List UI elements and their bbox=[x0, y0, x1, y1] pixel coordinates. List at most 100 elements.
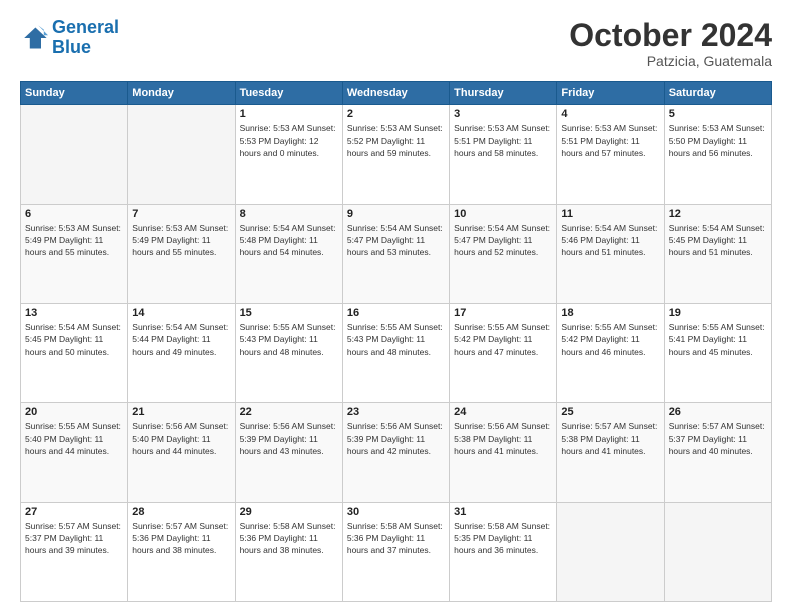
calendar-cell-w5-d6 bbox=[664, 502, 771, 601]
calendar-cell-w5-d4: 31 Sunrise: 5:58 AM Sunset: 5:35 PM Dayli… bbox=[450, 502, 557, 601]
header-thursday: Thursday bbox=[450, 82, 557, 105]
day-number: 5 bbox=[669, 108, 767, 120]
day-info: Sunrise: 5:55 AM Sunset: 5:43 PM Dayligh… bbox=[347, 321, 445, 358]
calendar-cell-w2-d1: 7 Sunrise: 5:53 AM Sunset: 5:49 PM Daylig… bbox=[128, 204, 235, 303]
calendar-table: Sunday Monday Tuesday Wednesday Thursday… bbox=[20, 81, 772, 602]
day-number: 12 bbox=[669, 208, 767, 220]
calendar-cell-w3-d6: 19Sunrise: 5:55 AM Sunset: 5:41 PM Dayli… bbox=[664, 303, 771, 402]
day-info: Sunrise: 5:57 AM Sunset: 5:37 PM Dayligh… bbox=[25, 520, 123, 557]
day-number: 19 bbox=[669, 307, 767, 319]
day-number: 11 bbox=[561, 208, 659, 220]
day-number: 24 bbox=[454, 406, 552, 418]
day-info: Sunrise: 5:54 AM Sunset: 5:47 PM Dayligh… bbox=[347, 222, 445, 259]
week-row-1: 1 Sunrise: 5:53 AM Sunset: 5:53 PM Daylig… bbox=[21, 105, 772, 204]
day-info: Sunrise: 5:53 AM Sunset: 5:53 PM Dayligh… bbox=[240, 122, 338, 159]
day-number: 27 bbox=[25, 506, 123, 518]
day-number: 10 bbox=[454, 208, 552, 220]
calendar-cell-w4-d0: 20 Sunrise: 5:55 AM Sunset: 5:40 PM Dayli… bbox=[21, 403, 128, 502]
day-info: Sunrise: 5:54 AM Sunset: 5:45 PM Dayligh… bbox=[669, 222, 767, 259]
day-number: 30 bbox=[347, 506, 445, 518]
day-number: 3 bbox=[454, 108, 552, 120]
day-number: 7 bbox=[132, 208, 230, 220]
header: General Blue October 2024 Patzicia, Guat… bbox=[20, 18, 772, 69]
location-subtitle: Patzicia, Guatemala bbox=[569, 53, 772, 69]
calendar-cell-w4-d1: 21 Sunrise: 5:56 AM Sunset: 5:40 PM Dayli… bbox=[128, 403, 235, 502]
day-info: Sunrise: 5:55 AM Sunset: 5:42 PM Dayligh… bbox=[561, 321, 659, 358]
day-info: Sunrise: 5:55 AM Sunset: 5:40 PM Dayligh… bbox=[25, 420, 123, 457]
day-info: Sunrise: 5:53 AM Sunset: 5:51 PM Dayligh… bbox=[454, 122, 552, 159]
day-number: 2 bbox=[347, 108, 445, 120]
day-number: 14 bbox=[132, 307, 230, 319]
calendar-cell-w1-d1 bbox=[128, 105, 235, 204]
logo-icon bbox=[20, 24, 48, 52]
day-number: 9 bbox=[347, 208, 445, 220]
calendar-cell-w3-d5: 18 Sunrise: 5:55 AM Sunset: 5:42 PM Dayli… bbox=[557, 303, 664, 402]
calendar-cell-w1-d4: 3 Sunrise: 5:53 AM Sunset: 5:51 PM Daylig… bbox=[450, 105, 557, 204]
day-number: 21 bbox=[132, 406, 230, 418]
day-info: Sunrise: 5:56 AM Sunset: 5:39 PM Dayligh… bbox=[347, 420, 445, 457]
calendar-cell-w4-d4: 24 Sunrise: 5:56 AM Sunset: 5:38 PM Dayli… bbox=[450, 403, 557, 502]
day-info: Sunrise: 5:58 AM Sunset: 5:35 PM Dayligh… bbox=[454, 520, 552, 557]
day-number: 26 bbox=[669, 406, 767, 418]
calendar-cell-w3-d1: 14 Sunrise: 5:54 AM Sunset: 5:44 PM Dayli… bbox=[128, 303, 235, 402]
calendar-cell-w1-d6: 5 Sunrise: 5:53 AM Sunset: 5:50 PM Daylig… bbox=[664, 105, 771, 204]
title-block: October 2024 Patzicia, Guatemala bbox=[569, 18, 772, 69]
header-monday: Monday bbox=[128, 82, 235, 105]
calendar-cell-w1-d0 bbox=[21, 105, 128, 204]
logo: General Blue bbox=[20, 18, 119, 58]
day-info: Sunrise: 5:56 AM Sunset: 5:40 PM Dayligh… bbox=[132, 420, 230, 457]
day-info: Sunrise: 5:54 AM Sunset: 5:45 PM Dayligh… bbox=[25, 321, 123, 358]
day-info: Sunrise: 5:57 AM Sunset: 5:37 PM Dayligh… bbox=[669, 420, 767, 457]
day-info: Sunrise: 5:54 AM Sunset: 5:47 PM Dayligh… bbox=[454, 222, 552, 259]
day-number: 25 bbox=[561, 406, 659, 418]
calendar-cell-w1-d2: 1 Sunrise: 5:53 AM Sunset: 5:53 PM Daylig… bbox=[235, 105, 342, 204]
day-info: Sunrise: 5:54 AM Sunset: 5:48 PM Dayligh… bbox=[240, 222, 338, 259]
week-row-4: 20 Sunrise: 5:55 AM Sunset: 5:40 PM Dayli… bbox=[21, 403, 772, 502]
day-number: 8 bbox=[240, 208, 338, 220]
calendar-cell-w5-d3: 30 Sunrise: 5:58 AM Sunset: 5:36 PM Dayli… bbox=[342, 502, 449, 601]
day-info: Sunrise: 5:58 AM Sunset: 5:36 PM Dayligh… bbox=[347, 520, 445, 557]
header-wednesday: Wednesday bbox=[342, 82, 449, 105]
day-info: Sunrise: 5:53 AM Sunset: 5:49 PM Dayligh… bbox=[25, 222, 123, 259]
calendar-cell-w2-d4: 10 Sunrise: 5:54 AM Sunset: 5:47 PM Dayli… bbox=[450, 204, 557, 303]
page: General Blue October 2024 Patzicia, Guat… bbox=[0, 0, 792, 612]
day-number: 20 bbox=[25, 406, 123, 418]
day-info: Sunrise: 5:58 AM Sunset: 5:36 PM Dayligh… bbox=[240, 520, 338, 557]
day-info: Sunrise: 5:56 AM Sunset: 5:39 PM Dayligh… bbox=[240, 420, 338, 457]
calendar-cell-w3-d0: 13Sunrise: 5:54 AM Sunset: 5:45 PM Dayli… bbox=[21, 303, 128, 402]
day-info: Sunrise: 5:53 AM Sunset: 5:50 PM Dayligh… bbox=[669, 122, 767, 159]
day-info: Sunrise: 5:53 AM Sunset: 5:52 PM Dayligh… bbox=[347, 122, 445, 159]
day-info: Sunrise: 5:56 AM Sunset: 5:38 PM Dayligh… bbox=[454, 420, 552, 457]
day-number: 31 bbox=[454, 506, 552, 518]
calendar-cell-w3-d4: 17 Sunrise: 5:55 AM Sunset: 5:42 PM Dayli… bbox=[450, 303, 557, 402]
calendar-cell-w3-d2: 15Sunrise: 5:55 AM Sunset: 5:43 PM Dayli… bbox=[235, 303, 342, 402]
calendar-cell-w3-d3: 16Sunrise: 5:55 AM Sunset: 5:43 PM Dayli… bbox=[342, 303, 449, 402]
calendar-cell-w1-d3: 2 Sunrise: 5:53 AM Sunset: 5:52 PM Daylig… bbox=[342, 105, 449, 204]
calendar-cell-w4-d5: 25Sunrise: 5:57 AM Sunset: 5:38 PM Dayli… bbox=[557, 403, 664, 502]
week-row-2: 6 Sunrise: 5:53 AM Sunset: 5:49 PM Daylig… bbox=[21, 204, 772, 303]
calendar-cell-w2-d2: 8 Sunrise: 5:54 AM Sunset: 5:48 PM Daylig… bbox=[235, 204, 342, 303]
day-info: Sunrise: 5:55 AM Sunset: 5:42 PM Dayligh… bbox=[454, 321, 552, 358]
calendar-cell-w2-d3: 9 Sunrise: 5:54 AM Sunset: 5:47 PM Daylig… bbox=[342, 204, 449, 303]
day-number: 1 bbox=[240, 108, 338, 120]
calendar-cell-w2-d5: 11 Sunrise: 5:54 AM Sunset: 5:46 PM Dayli… bbox=[557, 204, 664, 303]
logo-line1: General bbox=[52, 17, 119, 37]
day-info: Sunrise: 5:54 AM Sunset: 5:44 PM Dayligh… bbox=[132, 321, 230, 358]
day-info: Sunrise: 5:53 AM Sunset: 5:49 PM Dayligh… bbox=[132, 222, 230, 259]
day-number: 6 bbox=[25, 208, 123, 220]
week-row-5: 27 Sunrise: 5:57 AM Sunset: 5:37 PM Dayli… bbox=[21, 502, 772, 601]
calendar-cell-w5-d0: 27 Sunrise: 5:57 AM Sunset: 5:37 PM Dayli… bbox=[21, 502, 128, 601]
header-friday: Friday bbox=[557, 82, 664, 105]
day-number: 18 bbox=[561, 307, 659, 319]
day-info: Sunrise: 5:54 AM Sunset: 5:46 PM Dayligh… bbox=[561, 222, 659, 259]
day-number: 17 bbox=[454, 307, 552, 319]
calendar-cell-w1-d5: 4Sunrise: 5:53 AM Sunset: 5:51 PM Daylig… bbox=[557, 105, 664, 204]
header-sunday: Sunday bbox=[21, 82, 128, 105]
header-tuesday: Tuesday bbox=[235, 82, 342, 105]
logo-line2: Blue bbox=[52, 37, 91, 57]
calendar-cell-w4-d3: 23Sunrise: 5:56 AM Sunset: 5:39 PM Dayli… bbox=[342, 403, 449, 502]
weekday-header-row: Sunday Monday Tuesday Wednesday Thursday… bbox=[21, 82, 772, 105]
calendar-cell-w4-d2: 22Sunrise: 5:56 AM Sunset: 5:39 PM Dayli… bbox=[235, 403, 342, 502]
calendar-cell-w5-d2: 29Sunrise: 5:58 AM Sunset: 5:36 PM Dayli… bbox=[235, 502, 342, 601]
calendar-cell-w2-d6: 12 Sunrise: 5:54 AM Sunset: 5:45 PM Dayli… bbox=[664, 204, 771, 303]
